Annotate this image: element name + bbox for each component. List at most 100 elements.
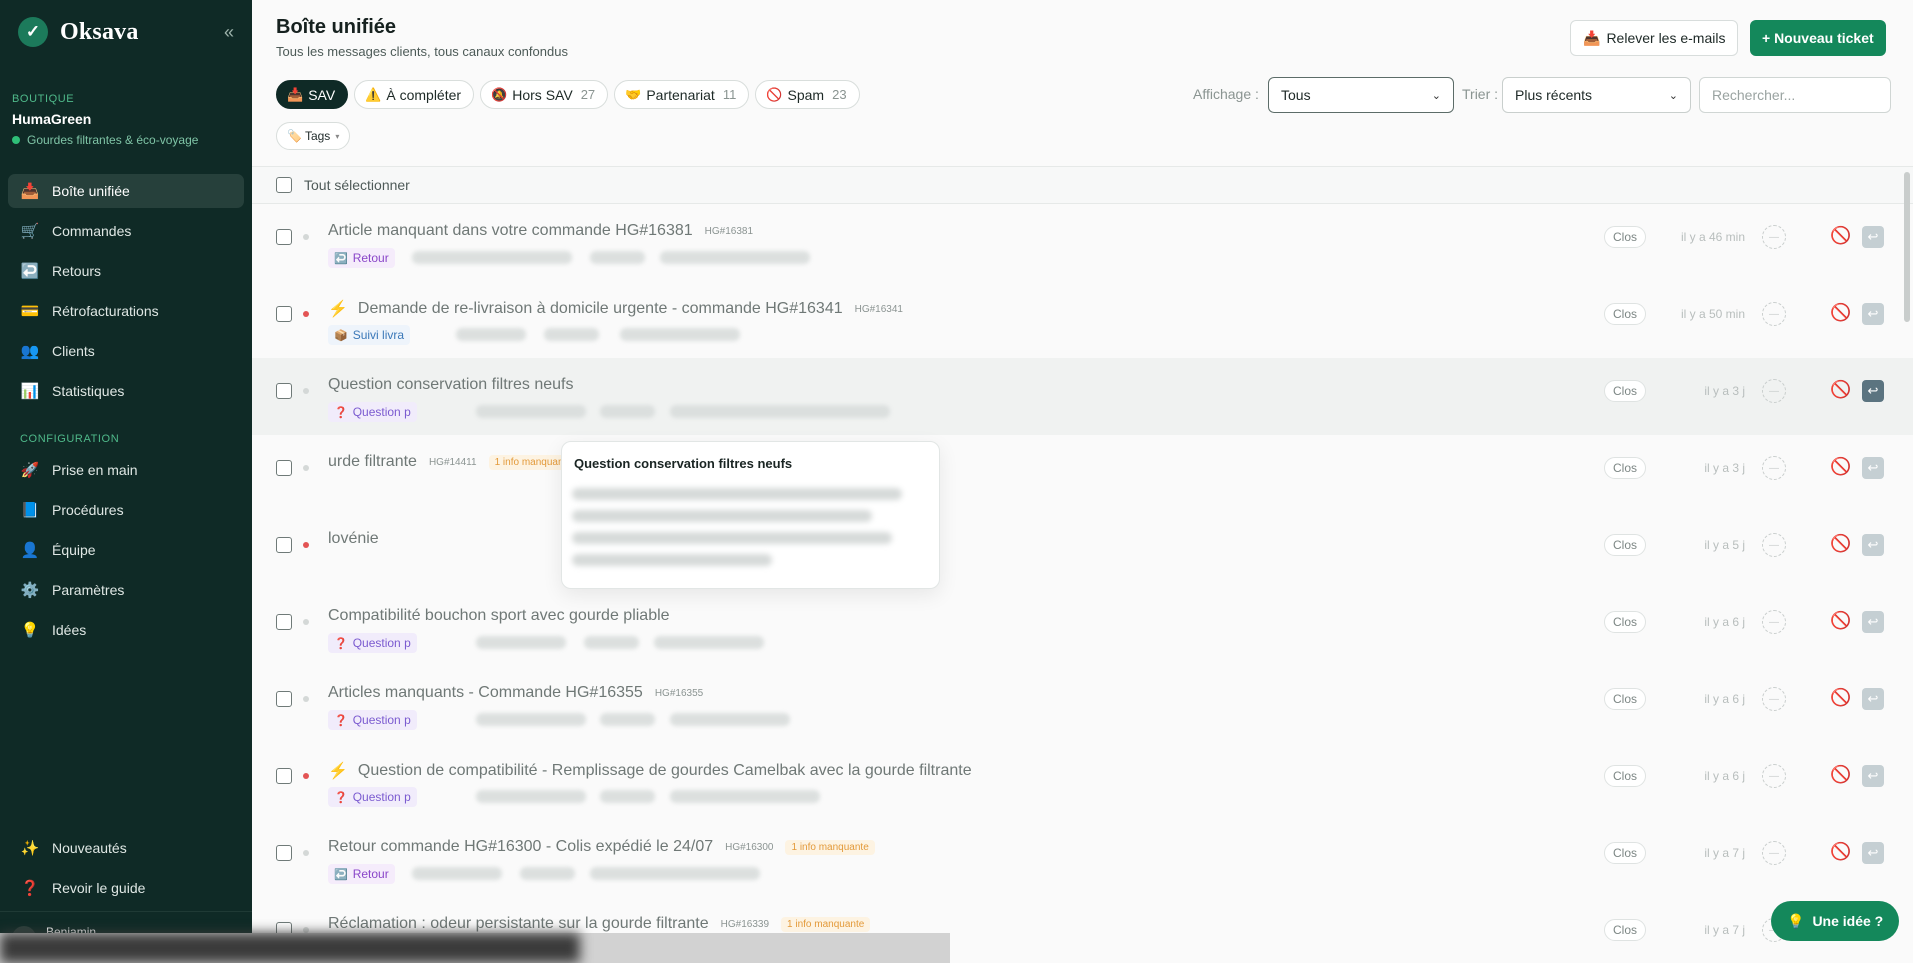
sidebar-item-1[interactable]: ❓ Revoir le guide (8, 871, 244, 905)
block-icon[interactable]: 🚫 (1830, 842, 1851, 862)
nav-icon: 📥 (20, 183, 40, 200)
select-all-checkbox[interactable] (276, 177, 292, 193)
status-badge: Clos (1604, 688, 1647, 710)
assign-icon[interactable]: — (1762, 764, 1786, 788)
tooltip-title: Question conservation filtres neufs (574, 456, 793, 471)
chip-3[interactable]: 🤝 Partenariat 11 (614, 80, 750, 109)
redacted-text (520, 867, 575, 880)
fetch-emails-label: Relever les e-mails (1606, 30, 1726, 46)
reply-icon[interactable]: ↩ (1862, 688, 1884, 710)
row-checkbox[interactable] (276, 768, 292, 784)
sidebar-item-4[interactable]: 👥 Clients (8, 334, 244, 368)
table-row[interactable]: ⚡ Demande de re-livraison à domicile urge… (252, 281, 1913, 358)
new-ticket-button[interactable]: + Nouveau ticket (1750, 20, 1886, 56)
ticket-title-line: ⚡ Question de compatibilité - Remplissage… (328, 761, 972, 781)
chip-2[interactable]: 🔕 Hors SAV 27 (480, 80, 609, 109)
block-icon[interactable]: 🚫 (1830, 611, 1851, 631)
status-badge: Clos (1604, 380, 1647, 402)
ticket-time: il y a 50 min (1680, 307, 1745, 321)
inbox-icon: 📥 (1583, 29, 1601, 46)
idea-button[interactable]: 💡 Une idée ? (1771, 901, 1900, 941)
tags-filter[interactable]: 🏷️ Tags ▾ (276, 122, 351, 150)
table-row[interactable]: ⚡ Question de compatibilité - Remplissage… (252, 743, 1913, 820)
sidebar-item-label: Boîte unifiée (52, 183, 130, 199)
sidebar-item-0[interactable]: 🚀 Prise en main (8, 453, 244, 487)
reply-icon[interactable]: ↩ (1862, 303, 1884, 325)
sidebar-item-3[interactable]: 💳 Rétrofacturations (8, 294, 244, 328)
nav-icon: 💡 (20, 622, 40, 639)
chip-4[interactable]: 🚫 Spam 23 (755, 80, 860, 109)
assign-icon[interactable]: — (1762, 302, 1786, 326)
reply-icon[interactable]: ↩ (1862, 842, 1884, 864)
select-all-label: Tout sélectionner (304, 177, 410, 193)
sidebar-item-label: Revoir le guide (52, 880, 146, 896)
reply-icon[interactable]: ↩ (1862, 457, 1884, 479)
ticket-time: il y a 6 j (1704, 615, 1745, 629)
sidebar-item-1[interactable]: 🛒 Commandes (8, 214, 244, 248)
sidebar-item-0[interactable]: ✨ Nouveautés (8, 831, 244, 865)
sidebar-item-1[interactable]: 📘 Procédures (8, 493, 244, 527)
table-row[interactable]: Article manquant dans votre commande HG#… (252, 204, 1913, 281)
ticket-title: lovénie (328, 530, 379, 547)
assign-icon[interactable]: — (1762, 610, 1786, 634)
assign-icon[interactable]: — (1762, 456, 1786, 480)
collapse-sidebar-icon[interactable]: « (224, 22, 234, 43)
reply-icon[interactable]: ↩ (1862, 226, 1884, 248)
reply-icon[interactable]: ↩ (1862, 765, 1884, 787)
reply-icon[interactable]: ↩ (1862, 534, 1884, 556)
table-row[interactable]: Retour commande HG#16300 - Colis expédié… (252, 820, 1913, 897)
store-subtitle: Gourdes filtrantes & éco-voyage (0, 127, 252, 147)
reply-icon[interactable]: ↩ (1862, 380, 1884, 402)
sidebar-item-3[interactable]: ⚙️ Paramètres (8, 573, 244, 607)
assign-icon[interactable]: — (1762, 533, 1786, 557)
block-icon[interactable]: 🚫 (1830, 765, 1851, 785)
category-tag: ↩️ Retour (328, 248, 395, 268)
assign-icon[interactable]: — (1762, 841, 1786, 865)
chip-label: Partenariat (646, 86, 715, 103)
table-row[interactable]: lovénie Clos il y a 5 j — 🚫 ↩ (252, 512, 1913, 589)
assign-icon[interactable]: — (1762, 379, 1786, 403)
sidebar-item-2[interactable]: ↩️ Retours (8, 254, 244, 288)
fetch-emails-button[interactable]: 📥 Relever les e-mails (1570, 20, 1739, 56)
block-icon[interactable]: 🚫 (1830, 457, 1851, 477)
reply-icon[interactable]: ↩ (1862, 611, 1884, 633)
redacted-text (476, 636, 566, 649)
row-checkbox[interactable] (276, 691, 292, 707)
sidebar-item-2[interactable]: 👤 Équipe (8, 533, 244, 567)
tag-label: Question p (352, 790, 411, 804)
bottom-overlay (0, 933, 950, 963)
row-checkbox[interactable] (276, 306, 292, 322)
sort-select[interactable]: Plus récents ⌄ (1502, 77, 1691, 113)
category-tag: 📦 Suivi livra (328, 325, 411, 345)
config-nav: 🚀 Prise en main 📘 Procédures 👤 Équipe ⚙️ Paramè… (0, 453, 252, 647)
sidebar-item-0[interactable]: 📥 Boîte unifiée (8, 174, 244, 208)
display-select[interactable]: Tous ⌄ (1268, 77, 1454, 113)
chip-0[interactable]: 📥 SAV (276, 80, 349, 109)
search-input[interactable]: Rechercher... (1699, 77, 1891, 113)
row-checkbox[interactable] (276, 845, 292, 861)
row-checkbox[interactable] (276, 229, 292, 245)
block-icon[interactable]: 🚫 (1830, 688, 1851, 708)
store-name[interactable]: HumaGreen (0, 105, 252, 127)
table-row[interactable]: Question conservation filtres neufs ❓ Ques… (252, 358, 1913, 435)
row-checkbox[interactable] (276, 383, 292, 399)
assign-icon[interactable]: — (1762, 225, 1786, 249)
row-checkbox[interactable] (276, 537, 292, 553)
block-icon[interactable]: 🚫 (1830, 303, 1851, 323)
chip-1[interactable]: ⚠️ À compléter (354, 80, 475, 109)
sidebar-item-label: Statistiques (52, 383, 125, 399)
row-checkbox[interactable] (276, 614, 292, 630)
sidebar-item-4[interactable]: 💡 Idées (8, 613, 244, 647)
ticket-title-line: urde filtrante HG#14411 1 info manquante (328, 453, 578, 471)
table-row[interactable]: Articles manquants - Commande HG#16355 HG… (252, 666, 1913, 743)
block-icon[interactable]: 🚫 (1830, 534, 1851, 554)
scrollbar[interactable] (1904, 172, 1910, 322)
table-row[interactable]: urde filtrante HG#14411 1 info manquante Cl… (252, 435, 1913, 512)
nav-icon: 📊 (20, 383, 40, 400)
table-row[interactable]: Compatibilité bouchon sport avec gourde … (252, 589, 1913, 666)
block-icon[interactable]: 🚫 (1830, 226, 1851, 246)
block-icon[interactable]: 🚫 (1830, 380, 1851, 400)
row-checkbox[interactable] (276, 460, 292, 476)
assign-icon[interactable]: — (1762, 687, 1786, 711)
sidebar-item-5[interactable]: 📊 Statistiques (8, 374, 244, 408)
